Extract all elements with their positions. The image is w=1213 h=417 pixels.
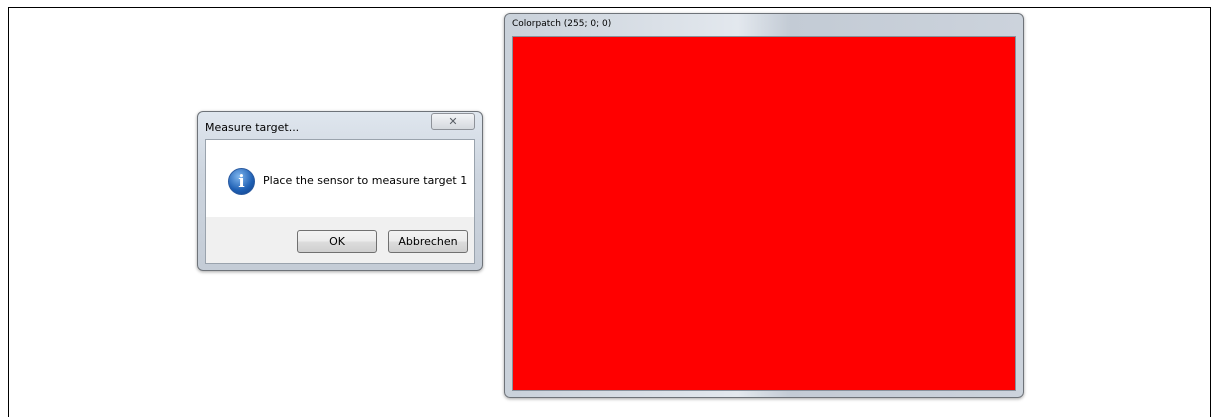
dialog-title: Measure target...: [205, 121, 300, 134]
dialog-message: Place the sensor to measure target 1: [263, 174, 468, 187]
dialog-body: i Place the sensor to measure target 1 O…: [205, 139, 475, 264]
colorpatch-title: Colorpatch (255; 0; 0): [512, 19, 612, 29]
close-icon: ✕: [448, 115, 458, 128]
dialog-content: i Place the sensor to measure target 1: [206, 140, 474, 217]
close-button[interactable]: ✕: [431, 113, 475, 130]
info-glyph: i: [238, 171, 245, 192]
colorpatch-window: Colorpatch (255; 0; 0): [504, 13, 1024, 398]
cancel-button[interactable]: Abbrechen: [388, 230, 468, 253]
color-patch: [512, 36, 1016, 391]
info-icon: i: [228, 168, 255, 195]
ok-button[interactable]: OK: [297, 230, 377, 253]
measure-target-dialog: Measure target... ✕ i Place the sensor t…: [197, 111, 483, 271]
